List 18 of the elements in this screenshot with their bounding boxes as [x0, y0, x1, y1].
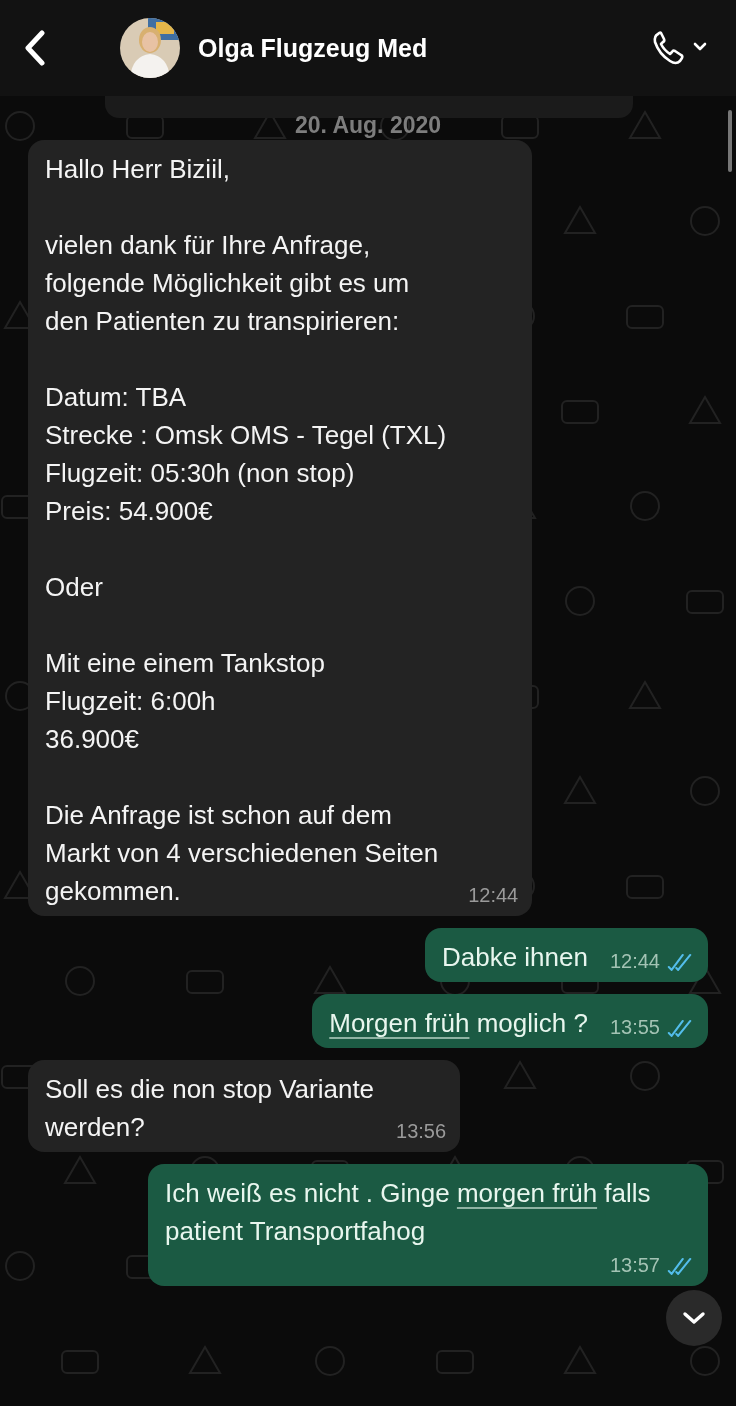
scrollbar[interactable] — [728, 110, 732, 172]
message-time: 13:56 — [396, 1119, 447, 1143]
message-time: 13:55 — [609, 1015, 660, 1039]
date-link[interactable]: morgen früh — [456, 1178, 598, 1208]
back-icon[interactable] — [24, 30, 46, 66]
message-time: 13:57 — [609, 1253, 660, 1277]
date-label: 20. Aug. 2020 — [293, 112, 443, 140]
message-text: Dabke ihnen — [441, 941, 588, 974]
message-time: 12:44 — [609, 949, 660, 973]
message-text: Morgen früh moglich ? — [329, 1007, 588, 1040]
message-time: 12:44 — [468, 883, 519, 907]
date-link[interactable]: Morgen früh — [329, 1008, 470, 1038]
message-text: Hallo Herr Biziil, vielen dank für Ihre Anfrage, folgende Möglichkeit gibt es um den Patienten zu transpirieren: Datum: TBA Strecke : Omsk OMS - Tegel (TXL) Flugzeit: 05:30h (non stop) Preis: 54.900€ Oder Mit eine einem Tankstop Flugzeit: 6:00h 36.900€ Die Anfrage ist schon auf dem Markt von 4 verschiedenen Seiten gekommen. — [45, 153, 447, 908]
contact-name[interactable]: Olga Flugzeug Med — [198, 33, 650, 63]
message-text: Soll es die non stop Variante werden? — [45, 1073, 375, 1144]
chevron-down-icon — [682, 1311, 706, 1325]
message-text: Ich weiß es nicht . Ginge morgen früh falls patient Transportfahog — [165, 1177, 652, 1248]
scroll-down-button[interactable] — [666, 1290, 722, 1346]
